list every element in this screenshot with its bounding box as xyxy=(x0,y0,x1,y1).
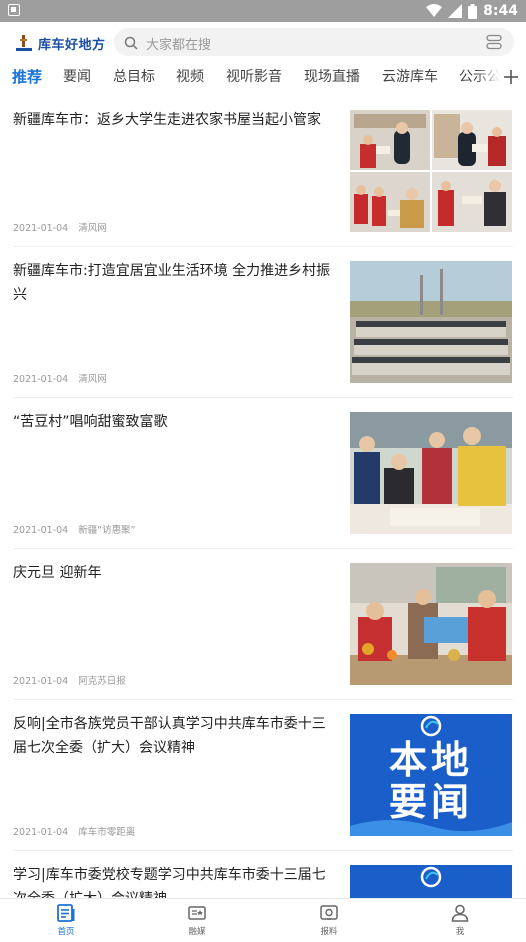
thumbnail-caption-1: 本地 xyxy=(388,738,473,782)
nav-report-label: 报料 xyxy=(320,927,338,937)
wifi-icon xyxy=(426,4,443,17)
search-bar[interactable]: 大家都在搜 xyxy=(114,28,514,56)
news-item[interactable]: 新疆库车市:打造宜居宜业生活环境 全力推进乡村振兴 2021-01-04 清风网 xyxy=(0,247,526,397)
news-meta: 2021-01-04 库车市零距离 xyxy=(13,824,135,838)
app-logo[interactable]: 库车好地方 xyxy=(14,30,106,56)
nav-report[interactable]: 报料 xyxy=(299,903,359,937)
logo-mark-icon xyxy=(14,33,34,53)
tab-headlines[interactable]: 要闻 xyxy=(63,66,91,86)
nav-media[interactable]: 融媒 xyxy=(167,903,227,937)
media-icon xyxy=(188,906,206,920)
news-date: 2021-01-04 xyxy=(13,223,69,234)
news-meta: 2021-01-04 清风网 xyxy=(13,220,107,234)
thumbnail-caption-2: 要闻 xyxy=(388,780,473,824)
news-source: 清风网 xyxy=(78,374,107,385)
news-item[interactable]: 庆元旦 迎新年 2021-01-04 阿克苏日报 xyxy=(0,549,526,699)
news-source: 库车市零距离 xyxy=(78,827,136,838)
add-channel-icon[interactable] xyxy=(500,64,522,92)
news-thumbnail xyxy=(350,412,512,534)
news-source: 清风网 xyxy=(78,223,107,234)
tab-video[interactable]: 视频 xyxy=(176,66,204,86)
news-title: 反响|全市各族党员干部认真学习中共库车市委十三届七次全委（扩大）会议精神 xyxy=(13,716,326,756)
news-title: 新疆库车市：返乡大学生走进农家书屋当起小管家 xyxy=(13,112,321,128)
tab-general-goal[interactable]: 总目标 xyxy=(113,66,155,86)
news-source: 新疆“访惠聚” xyxy=(78,525,136,536)
news-meta: 2021-01-04 清风网 xyxy=(13,371,107,385)
tab-audiovisual[interactable]: 视听影音 xyxy=(226,66,282,86)
news-date: 2021-01-04 xyxy=(13,525,69,536)
nav-media-label: 融媒 xyxy=(188,927,206,937)
clock: 8:44 xyxy=(483,3,518,19)
signal-icon xyxy=(448,4,463,18)
news-item[interactable]: 新疆库车市：返乡大学生走进农家书屋当起小管家 2021-01-04 清风网 xyxy=(0,96,526,246)
news-title: 庆元旦 迎新年 xyxy=(13,565,102,581)
notification-icon xyxy=(8,4,20,16)
news-thumbnail: 本地 要闻 xyxy=(350,714,512,836)
news-date: 2021-01-04 xyxy=(13,827,69,838)
search-icon xyxy=(124,35,138,54)
news-item[interactable]: 反响|全市各族党员干部认真学习中共库车市委十三届七次全委（扩大）会议精神 202… xyxy=(0,700,526,850)
news-thumbnail xyxy=(350,563,512,685)
tab-live[interactable]: 现场直播 xyxy=(304,66,360,86)
user-icon xyxy=(451,904,469,922)
tab-cloud-tour[interactable]: 云游库车 xyxy=(382,66,438,86)
nav-home-label: 首页 xyxy=(57,927,75,937)
news-meta: 2021-01-04 新疆“访惠聚” xyxy=(13,522,136,536)
logo-text: 库车好地方 xyxy=(38,37,106,53)
news-source: 阿克苏日报 xyxy=(78,676,126,687)
nav-me[interactable]: 我 xyxy=(430,903,490,937)
tab-recommend[interactable]: 推荐 xyxy=(12,66,42,87)
battery-icon xyxy=(468,3,478,19)
news-item[interactable]: “苦豆村”唱响甜蜜致富歌 2021-01-04 新疆“访惠聚” xyxy=(0,398,526,548)
news-meta: 2021-01-04 阿克苏日报 xyxy=(13,673,126,687)
status-bar: 8:44 xyxy=(0,0,526,22)
report-icon xyxy=(320,905,338,920)
scan-icon[interactable] xyxy=(486,34,502,54)
news-date: 2021-01-04 xyxy=(13,676,69,687)
bottom-navigation: 首页 融媒 报料 我 xyxy=(0,898,526,942)
news-date: 2021-01-04 xyxy=(13,374,69,385)
news-thumbnail xyxy=(350,110,512,232)
search-placeholder: 大家都在搜 xyxy=(146,38,212,53)
news-title: “苦豆村”唱响甜蜜致富歌 xyxy=(13,414,168,430)
nav-me-label: 我 xyxy=(455,927,465,937)
news-thumbnail xyxy=(350,261,512,383)
channel-tabs: 推荐 要闻 总目标 视频 视听影音 现场直播 云游库车 公示公 xyxy=(0,64,526,94)
nav-home[interactable]: 首页 xyxy=(36,903,96,937)
home-news-icon xyxy=(57,904,75,922)
news-title: 新疆库车市:打造宜居宜业生活环境 全力推进乡村振兴 xyxy=(13,263,331,303)
top-bar: 库车好地方 大家都在搜 xyxy=(0,22,526,64)
